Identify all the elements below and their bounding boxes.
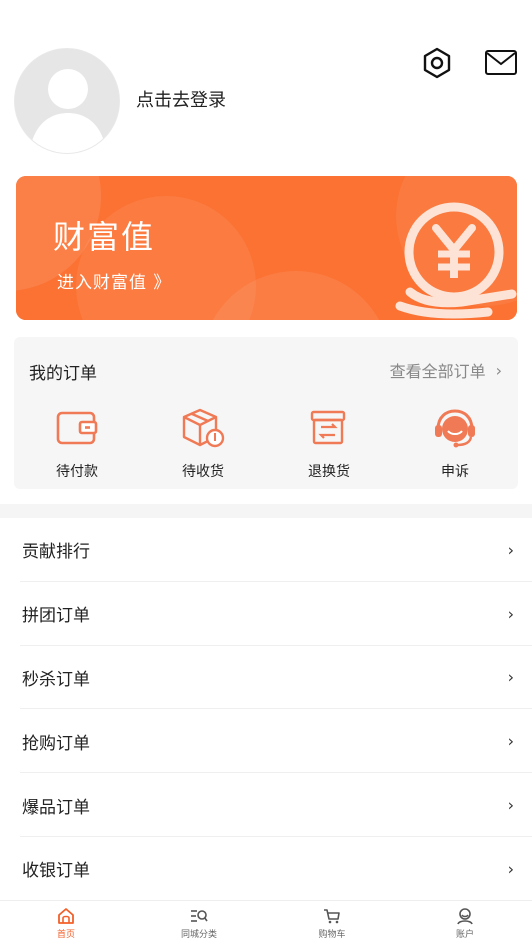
- tab-account[interactable]: 账户: [425, 907, 505, 940]
- menu-item-rush-orders[interactable]: 抢购订单 ›: [0, 709, 532, 773]
- order-appeal[interactable]: 申诉: [415, 407, 495, 481]
- menu-item-contribution-ranking[interactable]: 贡献排行 ›: [0, 518, 532, 582]
- orders-title: 我的订单: [29, 364, 97, 384]
- wealth-card[interactable]: 财富值 进入财富值 》: [16, 176, 517, 320]
- tab-cart[interactable]: 购物车: [292, 907, 372, 940]
- category-icon: [190, 907, 208, 925]
- order-pending-receipt[interactable]: 待收货: [163, 407, 243, 481]
- my-orders-panel: 我的订单 查看全部订单 › 待付款 待收货 退换货 申诉: [14, 337, 518, 489]
- chevron-right-icon: ›: [507, 731, 514, 751]
- menu-item-label: 贡献排行: [22, 542, 90, 563]
- chevron-right-icon: ›: [507, 859, 514, 879]
- menu-item-label: 抢购订单: [22, 733, 90, 754]
- section-divider: [0, 504, 532, 518]
- settings-icon[interactable]: [420, 46, 454, 80]
- tab-category[interactable]: 同城分类: [159, 907, 239, 940]
- menu-item-group-orders[interactable]: 拼团订单 ›: [0, 582, 532, 646]
- wealth-link[interactable]: 进入财富值 》: [57, 268, 171, 293]
- chevron-right-icon: ›: [507, 795, 514, 815]
- headset-icon: [430, 407, 480, 453]
- package-icon: [178, 407, 228, 453]
- tab-home[interactable]: 首页: [26, 907, 106, 940]
- view-all-orders-link[interactable]: 查看全部订单 ›: [390, 358, 502, 382]
- chevron-right-icon: ›: [507, 667, 514, 687]
- order-pending-payment[interactable]: 待付款: [37, 407, 117, 481]
- account-icon: [456, 907, 474, 925]
- order-item-label: 退换货: [308, 464, 350, 480]
- avatar[interactable]: [14, 48, 120, 154]
- tab-label: 账户: [455, 930, 474, 940]
- login-link[interactable]: 点击去登录: [136, 90, 226, 112]
- tab-label: 购物车: [318, 930, 346, 940]
- cart-icon: [323, 907, 341, 925]
- exchange-box-icon: [304, 407, 354, 453]
- profile-header: 点击去登录: [0, 0, 532, 170]
- chevron-right-icon: ›: [507, 540, 514, 560]
- tab-label: 同城分类: [180, 930, 217, 940]
- bottom-tab-bar: 首页 同城分类 购物车 账户: [0, 900, 532, 946]
- menu-item-label: 拼团订单: [22, 606, 90, 627]
- wealth-title: 财富值: [53, 218, 156, 256]
- order-item-label: 待付款: [56, 464, 98, 480]
- order-item-label: 申诉: [441, 464, 469, 480]
- menu-item-cashier-orders[interactable]: 收银订单 ›: [0, 837, 532, 901]
- tab-label: 首页: [56, 930, 75, 940]
- menu-item-label: 收银订单: [22, 861, 90, 882]
- order-item-label: 待收货: [182, 464, 224, 480]
- home-icon: [57, 907, 75, 925]
- chevron-right-icon: ›: [495, 360, 502, 380]
- menu-item-hot-product-orders[interactable]: 爆品订单 ›: [0, 773, 532, 837]
- mail-icon[interactable]: [484, 48, 518, 78]
- menu-item-label: 秒杀订单: [22, 669, 90, 690]
- order-returns[interactable]: 退换货: [289, 407, 369, 481]
- chevron-right-icon: ›: [507, 604, 514, 624]
- menu-item-flash-sale-orders[interactable]: 秒杀订单 ›: [0, 646, 532, 710]
- menu-list: 贡献排行 › 拼团订单 › 秒杀订单 › 抢购订单 › 爆品订单 › 收银订单 …: [0, 518, 532, 901]
- wallet-icon: [52, 407, 102, 453]
- yen-coin-icon: [395, 202, 517, 319]
- view-all-orders-label: 查看全部订单: [389, 362, 486, 381]
- menu-item-label: 爆品订单: [22, 797, 90, 818]
